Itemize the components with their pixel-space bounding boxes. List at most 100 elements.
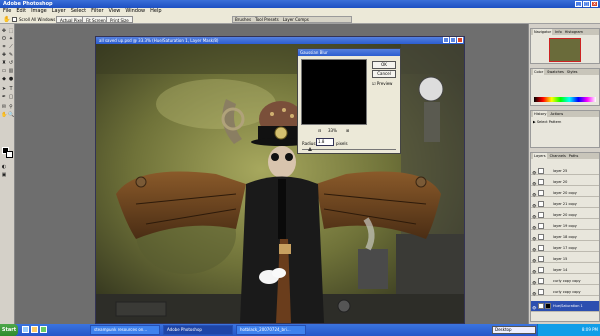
menu-help[interactable]: Help [150, 8, 161, 15]
layer-row[interactable]: 👁 layer 21 copy [531, 200, 599, 208]
tab-layers[interactable]: Layers [533, 153, 547, 159]
zoom-out-button[interactable]: ⊟ [318, 128, 321, 133]
visibility-eye-icon[interactable]: 👁 [532, 246, 536, 252]
tab-styles[interactable]: Styles [567, 69, 578, 75]
eraser-tool-icon[interactable]: ▭ [1, 68, 7, 74]
clone-stamp-tool-icon[interactable]: ♜ [1, 60, 7, 66]
layer-row[interactable]: 👁 curly copy copy [531, 288, 599, 296]
brush-tool-icon[interactable]: ✎ [8, 52, 14, 58]
preview-checkbox[interactable]: ☑ Preview [372, 81, 392, 86]
document-titlebar[interactable]: all saved up.psd @ 33.3% (Hue/Saturation… [96, 37, 464, 44]
type-tool-icon[interactable]: T [8, 86, 14, 92]
palette-well-tool-presets[interactable]: Tool Presets [255, 17, 279, 22]
lasso-tool-icon[interactable]: ʘ [1, 36, 7, 42]
menu-view[interactable]: View [109, 8, 121, 15]
radius-input[interactable]: 1.8 [316, 138, 334, 146]
layer-mask-thumbnail[interactable] [545, 303, 551, 309]
quick-launch-icon[interactable] [31, 326, 38, 333]
layer-row[interactable]: 👁 layer 17 copy [531, 244, 599, 252]
layer-row[interactable]: 👁 layer 20 copy [531, 189, 599, 197]
magic-wand-tool-icon[interactable]: ✦ [8, 36, 14, 42]
desktop-toolbar[interactable]: Desktop [492, 326, 536, 334]
tab-history[interactable]: History [533, 111, 548, 117]
marquee-tool-icon[interactable]: ⬚ [8, 28, 14, 34]
visibility-eye-icon[interactable]: 👁 [532, 235, 536, 241]
menu-window[interactable]: Window [125, 8, 145, 15]
quick-launch-icon[interactable] [22, 326, 29, 333]
taskbar-item[interactable]: hotblack_20070724_bri... [236, 325, 306, 335]
menu-image[interactable]: Image [31, 8, 47, 15]
menu-filter[interactable]: Filter [91, 8, 103, 15]
path-selection-tool-icon[interactable]: ➤ [1, 86, 7, 92]
screen-mode-icon[interactable]: ▣ [1, 172, 7, 178]
cancel-button[interactable]: Cancel [372, 70, 396, 78]
zoom-in-button[interactable]: ⊞ [346, 128, 349, 133]
quick-launch-icon[interactable] [40, 326, 47, 333]
ok-button[interactable]: OK [372, 61, 396, 69]
visibility-eye-icon[interactable]: 👁 [532, 303, 536, 310]
visibility-eye-icon[interactable]: 👁 [532, 268, 536, 274]
tab-paths[interactable]: Paths [569, 153, 579, 159]
visibility-eye-icon[interactable]: 👁 [532, 257, 536, 263]
healing-brush-tool-icon[interactable]: ✚ [1, 52, 7, 58]
layer-row[interactable]: 👁 layer 20 [531, 178, 599, 186]
tab-swatches[interactable]: Swatches [547, 69, 564, 75]
visibility-eye-icon[interactable]: 👁 [532, 180, 536, 186]
layer-row[interactable]: 👁 layer 19 copy [531, 222, 599, 230]
tab-histogram[interactable]: Histogram [565, 29, 583, 35]
layer-row[interactable]: 👁 layer 20 copy [531, 211, 599, 219]
layer-row[interactable]: 👁 layer 18 copy [531, 233, 599, 241]
eyedropper-tool-icon[interactable]: ⚲ [8, 104, 14, 110]
tab-navigator[interactable]: Navigator [533, 29, 553, 35]
layer-row[interactable]: 👁 curly copy copy [531, 277, 599, 285]
visibility-eye-icon[interactable]: 👁 [532, 191, 536, 197]
minimize-button[interactable]: _ [575, 1, 582, 7]
visibility-eye-icon[interactable]: 👁 [532, 213, 536, 219]
blur-tool-icon[interactable]: ◆ [1, 76, 7, 82]
history-item[interactable]: ▶ Select Pattern [533, 120, 561, 124]
print-size-button[interactable]: Print Size [106, 16, 133, 23]
doc-maximize-button[interactable] [450, 37, 456, 43]
palette-well-layer-comps[interactable]: Layer Comps [283, 17, 309, 22]
document-canvas[interactable] [96, 44, 464, 323]
close-button[interactable]: × [591, 1, 598, 7]
maximize-button[interactable]: □ [583, 1, 590, 7]
menu-layer[interactable]: Layer [52, 8, 66, 15]
taskbar-item[interactable]: steampunk resources on... [90, 325, 160, 335]
start-button[interactable]: Start [0, 324, 18, 336]
tab-actions[interactable]: Actions [550, 111, 563, 117]
dodge-tool-icon[interactable]: ● [8, 76, 14, 82]
slice-tool-icon[interactable]: ⟋ [8, 44, 14, 50]
crop-tool-icon[interactable]: ⌗ [1, 44, 7, 50]
notes-tool-icon[interactable]: ✉ [1, 104, 7, 110]
hand-tool-icon[interactable]: ✋ [1, 112, 7, 118]
navigator-thumbnail[interactable] [549, 38, 581, 62]
background-color-swatch[interactable] [6, 151, 13, 158]
shape-tool-icon[interactable]: ▢ [8, 94, 14, 100]
visibility-eye-icon[interactable]: 👁 [532, 290, 536, 296]
menu-file[interactable]: File [3, 8, 11, 15]
visibility-eye-icon[interactable]: 👁 [532, 202, 536, 208]
palette-well-brushes[interactable]: Brushes [235, 17, 251, 22]
visibility-eye-icon[interactable]: 👁 [532, 169, 536, 175]
history-brush-tool-icon[interactable]: ↺ [8, 60, 14, 66]
doc-close-button[interactable] [457, 37, 463, 43]
gradient-tool-icon[interactable]: ▥ [8, 68, 14, 74]
visibility-eye-icon[interactable]: 👁 [532, 224, 536, 230]
tab-channels[interactable]: Channels [550, 153, 566, 159]
tab-info[interactable]: Info [555, 29, 562, 35]
layer-row[interactable]: 👁 layer 15 [531, 255, 599, 263]
tab-color[interactable]: Color [533, 69, 545, 75]
layer-row[interactable]: 👁 layer 25 [531, 167, 599, 175]
visibility-eye-icon[interactable]: 👁 [532, 279, 536, 285]
move-tool-icon[interactable]: ✥ [1, 28, 7, 34]
color-ramp[interactable] [534, 97, 596, 102]
zoom-tool-icon[interactable]: 🔍 [8, 112, 14, 118]
layer-row-selected[interactable]: 👁 Hue/Saturation 1 [531, 301, 599, 312]
menu-edit[interactable]: Edit [16, 8, 26, 15]
layer-row[interactable]: 👁 layer 14 [531, 266, 599, 274]
scroll-all-windows-checkbox[interactable] [12, 17, 17, 22]
menu-select[interactable]: Select [71, 8, 86, 15]
radius-slider-thumb[interactable] [308, 147, 312, 151]
pen-tool-icon[interactable]: ✒ [1, 94, 7, 100]
